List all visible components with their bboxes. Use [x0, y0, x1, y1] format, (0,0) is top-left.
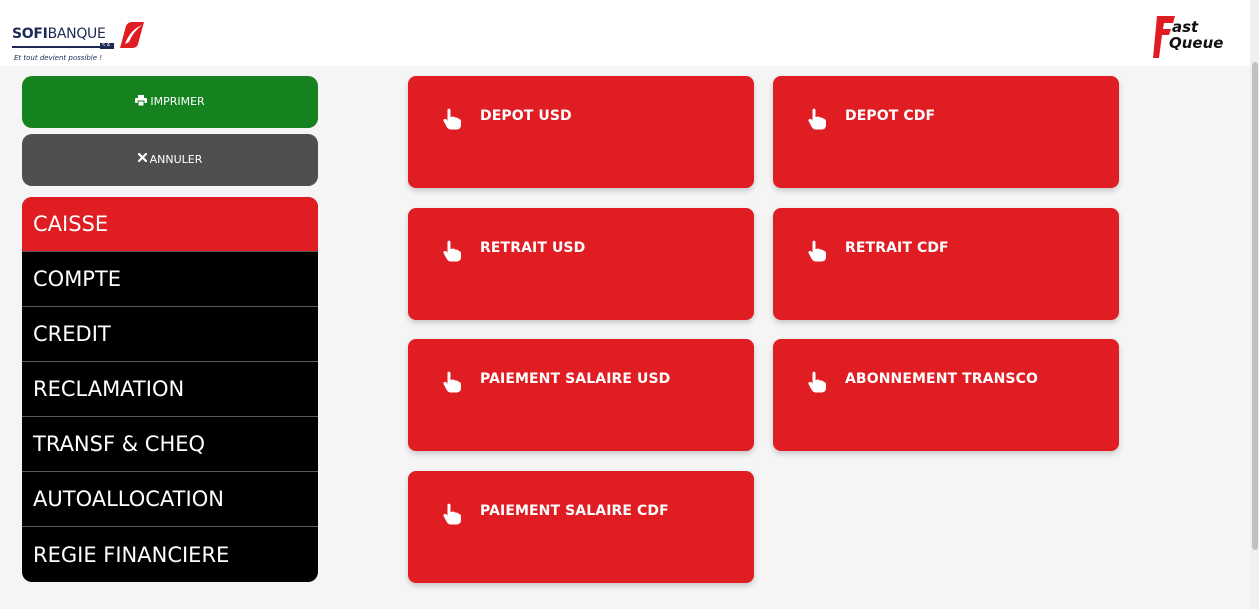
menu-item-autoallocation[interactable]: AUTOALLOCATION [22, 472, 318, 527]
sofibanque-logo: SOFIBANQUE S.A. Et tout devient possible… [12, 20, 152, 64]
menu-item-compte[interactable]: COMPTE [22, 252, 318, 307]
menu-item-caisse[interactable]: CAISSE [22, 197, 318, 252]
service-tile-retrait-usd[interactable]: RETRAIT USD [408, 208, 754, 320]
service-tile-label: PAIEMENT SALAIRE CDF [480, 503, 669, 519]
menu-item-transf-cheq[interactable]: TRANSF & CHEQ [22, 417, 318, 472]
service-tile-label: RETRAIT CDF [845, 240, 949, 256]
service-tile-depot-usd[interactable]: DEPOT USD [408, 76, 754, 188]
cancel-label: ANNULER [149, 153, 203, 166]
close-icon [137, 153, 147, 162]
hand-pointer-icon [443, 371, 461, 393]
category-menu: CAISSE COMPTE CREDIT RECLAMATION TRANSF … [22, 197, 318, 582]
fastqueue-logo: ast Queue [1153, 14, 1237, 62]
print-label: IMPRIMER [150, 95, 205, 108]
service-tile-paiement-salaire-cdf[interactable]: PAIEMENT SALAIRE CDF [408, 471, 754, 583]
hand-pointer-icon [443, 503, 461, 525]
printer-icon [135, 95, 148, 106]
hand-pointer-icon [808, 371, 826, 393]
hand-pointer-icon [808, 240, 826, 262]
hand-pointer-icon [443, 108, 461, 130]
service-tile-label: DEPOT CDF [845, 108, 936, 124]
service-tile-label: ABONNEMENT TRANSCO [845, 371, 1038, 387]
brand-underline [12, 46, 112, 48]
fastqueue-line2: Queue [1169, 34, 1224, 52]
menu-item-reclamation[interactable]: RECLAMATION [22, 362, 318, 417]
service-tile-label: RETRAIT USD [480, 240, 586, 256]
service-tile-label: DEPOT USD [480, 108, 572, 124]
brand-rest: BANQUE [47, 26, 106, 42]
service-tile-depot-cdf[interactable]: DEPOT CDF [773, 76, 1119, 188]
scrollbar-thumb[interactable] [1252, 62, 1258, 550]
brand-bold: SOFI [12, 26, 48, 42]
service-tile-abonnement-transco[interactable]: ABONNEMENT TRANSCO [773, 339, 1119, 451]
sofibanque-mark-icon [120, 22, 144, 48]
menu-item-regie-financiere[interactable]: REGIE FINANCIERE [22, 527, 318, 582]
brand-tagline: Et tout devient possible ! [14, 54, 103, 62]
fastqueue-line1: ast [1172, 18, 1199, 36]
cancel-button[interactable]: ANNULER [22, 134, 318, 186]
app-header: SOFIBANQUE S.A. Et tout devient possible… [0, 0, 1259, 66]
service-tile-label: PAIEMENT SALAIRE USD [480, 371, 671, 387]
print-button[interactable]: IMPRIMER [22, 76, 318, 128]
hand-pointer-icon [443, 240, 461, 262]
hand-pointer-icon [808, 108, 826, 130]
menu-item-credit[interactable]: CREDIT [22, 307, 318, 362]
service-tile-paiement-salaire-usd[interactable]: PAIEMENT SALAIRE USD [408, 339, 754, 451]
service-tile-retrait-cdf[interactable]: RETRAIT CDF [773, 208, 1119, 320]
